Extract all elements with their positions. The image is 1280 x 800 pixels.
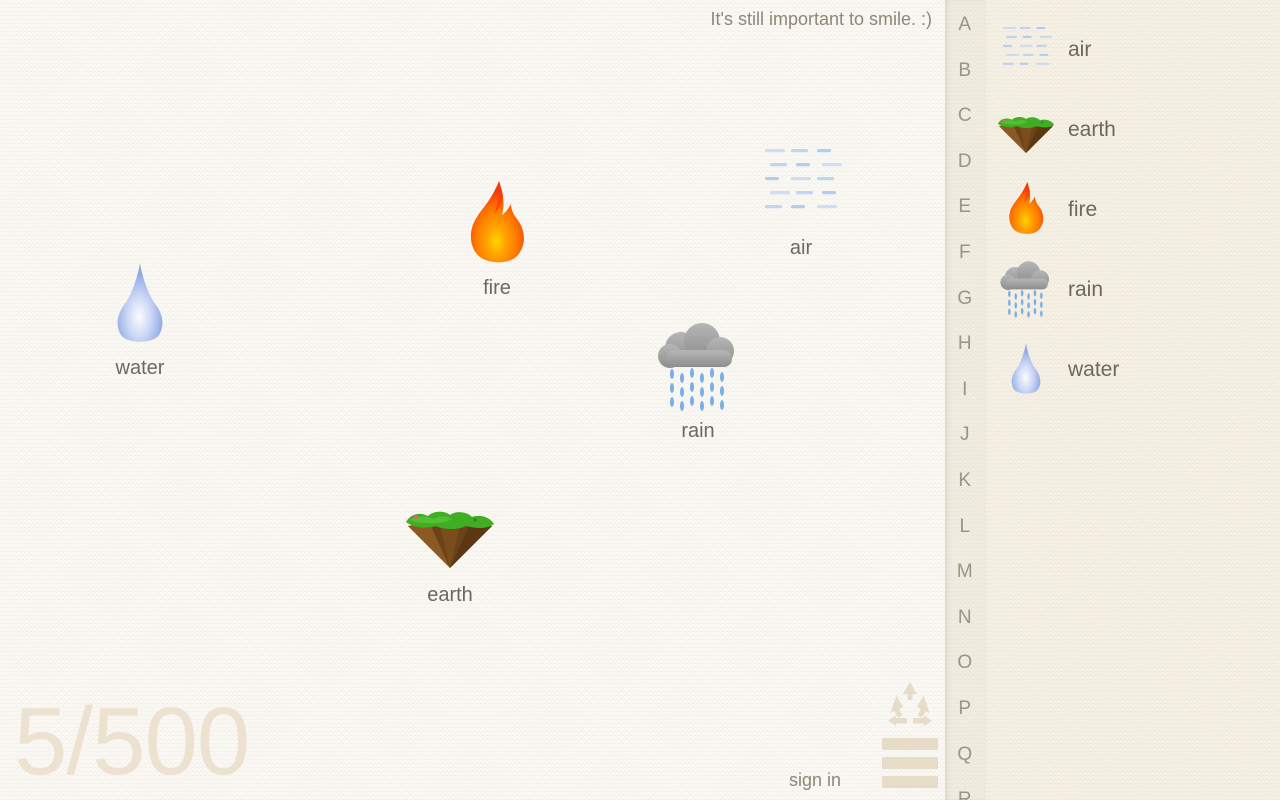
sidebar-element-air[interactable]: air <box>986 10 1280 90</box>
sidebar-element-label: water <box>1068 358 1120 381</box>
fire-icon <box>442 175 552 275</box>
earth-icon <box>395 482 505 582</box>
canvas-element-earth[interactable]: earth <box>395 482 505 607</box>
canvas-element-rain[interactable]: rain <box>643 318 753 443</box>
menu-bar-3 <box>882 776 938 788</box>
alphabet-letter-p[interactable]: P <box>945 696 985 742</box>
alphabet-letter-j[interactable]: J <box>945 422 985 468</box>
rain-icon <box>643 318 753 418</box>
sidebar-element-earth[interactable]: earth <box>986 90 1280 170</box>
alphabet-letter-i[interactable]: I <box>945 377 985 423</box>
rain-icon <box>994 258 1058 322</box>
header-message: It's still important to smile. :) <box>710 9 932 29</box>
air-icon <box>746 135 856 235</box>
water-icon <box>85 255 195 355</box>
sidebar-element-label: rain <box>1068 278 1104 301</box>
alphabet-letter-e[interactable]: E <box>945 194 985 240</box>
air-icon <box>994 18 1058 82</box>
alphabet-letter-a[interactable]: A <box>945 12 985 58</box>
sign-in-link[interactable]: sign in <box>789 770 841 791</box>
alphabet-letter-b[interactable]: B <box>945 58 985 104</box>
alphabet-letter-d[interactable]: D <box>945 149 985 195</box>
sidebar-element-label: earth <box>1068 118 1116 141</box>
little-alchemy-game: It's still important to smile. :) 5/500 … <box>0 0 1280 800</box>
alphabet-letter-o[interactable]: O <box>945 650 985 696</box>
alphabet-letter-l[interactable]: L <box>945 514 985 560</box>
alphabet-letter-c[interactable]: C <box>945 103 985 149</box>
recycle-icon[interactable] <box>884 680 936 728</box>
earth-icon <box>994 98 1058 162</box>
hamburger-menu-icon[interactable] <box>882 738 938 788</box>
menu-bar-1 <box>882 738 938 750</box>
canvas-texture <box>0 0 945 800</box>
alphabet-letter-m[interactable]: M <box>945 559 985 605</box>
element-library-sidebar[interactable]: air earth fire rain water <box>985 0 1280 800</box>
alphabet-letter-h[interactable]: H <box>945 331 985 377</box>
alphabet-letter-k[interactable]: K <box>945 468 985 514</box>
alphabet-list: ABCDEFGHIJKLMNOPQR <box>945 0 985 800</box>
alphabet-rail[interactable]: ABCDEFGHIJKLMNOPQR <box>945 0 985 800</box>
canvas-element-water[interactable]: water <box>85 255 195 380</box>
water-icon <box>994 338 1058 402</box>
play-canvas[interactable] <box>0 0 945 800</box>
sidebar-element-rain[interactable]: rain <box>986 250 1280 330</box>
canvas-element-fire[interactable]: fire <box>442 175 552 300</box>
alphabet-letter-r[interactable]: R <box>945 787 985 800</box>
menu-bar-2 <box>882 757 938 769</box>
canvas-element-label: earth <box>427 584 473 606</box>
alphabet-letter-n[interactable]: N <box>945 605 985 651</box>
sidebar-element-label: air <box>1068 38 1092 61</box>
alphabet-letter-g[interactable]: G <box>945 286 985 332</box>
alphabet-letter-q[interactable]: Q <box>945 742 985 788</box>
sidebar-element-water[interactable]: water <box>986 330 1280 410</box>
canvas-element-label: water <box>115 357 165 379</box>
sidebar-element-label: fire <box>1068 198 1098 221</box>
canvas-element-label: rain <box>681 420 715 442</box>
fire-icon <box>994 178 1058 242</box>
element-counter: 5/500 <box>14 688 250 795</box>
sidebar-element-fire[interactable]: fire <box>986 170 1280 250</box>
canvas-element-air[interactable]: air <box>746 135 856 260</box>
alphabet-letter-f[interactable]: F <box>945 240 985 286</box>
canvas-element-label: air <box>789 237 813 259</box>
canvas-element-label: fire <box>483 277 511 299</box>
